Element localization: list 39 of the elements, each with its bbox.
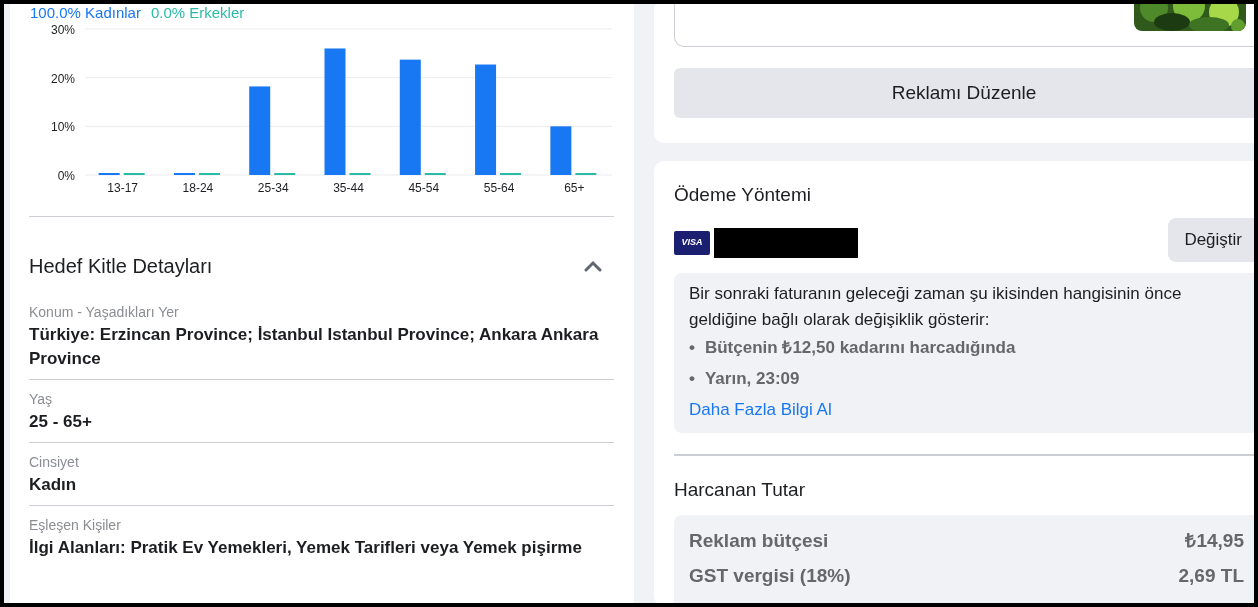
change-button[interactable]: Değiştir xyxy=(1168,217,1254,262)
axis-category-label: 45-54 xyxy=(408,181,440,195)
summary-label: Reklam bütçesi xyxy=(689,529,829,553)
field-label: Eşleşen Kişiler xyxy=(29,516,122,535)
field-label: Yaş xyxy=(29,390,54,409)
section-title: Ödeme Yöntemi xyxy=(674,183,812,207)
field-label: Cinsiyet xyxy=(29,453,80,472)
axis-category-label: 65+ xyxy=(564,181,585,195)
learn-more-link[interactable]: Daha Fazla Bilgi Al xyxy=(689,399,832,419)
field-value: İlgi Alanları: Pratik Ev Yemekleri, Yemek Tarifleri veya Yemek pişirme xyxy=(29,537,583,559)
bullet-item: Yarın, 23:09 xyxy=(704,367,800,390)
axis-category-label: 13-17 xyxy=(107,181,138,195)
axis-category-label: 25-34 xyxy=(257,181,289,195)
axis-category-label: 35-44 xyxy=(333,181,364,195)
legend-label: 0.0% Erkekler xyxy=(150,4,245,20)
bullet-marker: • xyxy=(689,336,695,359)
axis-category-label: 18-24 xyxy=(182,181,214,195)
field-value: Türkiye: Erzincan Province; İstanbul Istanbul Province; Ankara Ankara Province xyxy=(29,324,600,370)
edit-ad-button[interactable]: Reklamı Düzenle xyxy=(674,68,1254,118)
summary-amount: ₺14,95 xyxy=(1185,529,1244,553)
bar xyxy=(550,126,572,175)
axis-tick-label: 30% xyxy=(50,23,75,37)
axis-category-label: 55-64 xyxy=(483,181,515,195)
chevron-up-icon[interactable] xyxy=(584,260,602,272)
section-title: Hedef Kitle Detayları xyxy=(29,254,213,279)
section-title: Harcanan Tutar xyxy=(674,477,806,502)
bullet-item: Bütçenin ₺12,50 kadarını harcadığında xyxy=(704,336,1016,359)
bullet-marker: • xyxy=(689,367,695,390)
axis-tick-label: 10% xyxy=(50,120,75,135)
field-value: Kadın xyxy=(29,474,78,496)
axis-tick-label: 0% xyxy=(57,169,75,183)
card-logo: VISA xyxy=(674,230,710,255)
legend-label: 100.0% Kadınlar xyxy=(30,4,141,20)
field-value: 25 - 65+ xyxy=(29,411,93,433)
field-label: Konum - Yaşadıkları Yer xyxy=(29,303,180,322)
summary-amount: 2,69 TL xyxy=(1178,563,1244,588)
info-text: Bir sonraki faturanın geleceği zaman şu ikisinden hangisinin önce geldiğine bağlı olarak değişiklik gösterir: xyxy=(689,282,1183,331)
axis-tick-label: 20% xyxy=(50,71,75,86)
summary-label: GST vergisi (18%) xyxy=(689,563,851,588)
